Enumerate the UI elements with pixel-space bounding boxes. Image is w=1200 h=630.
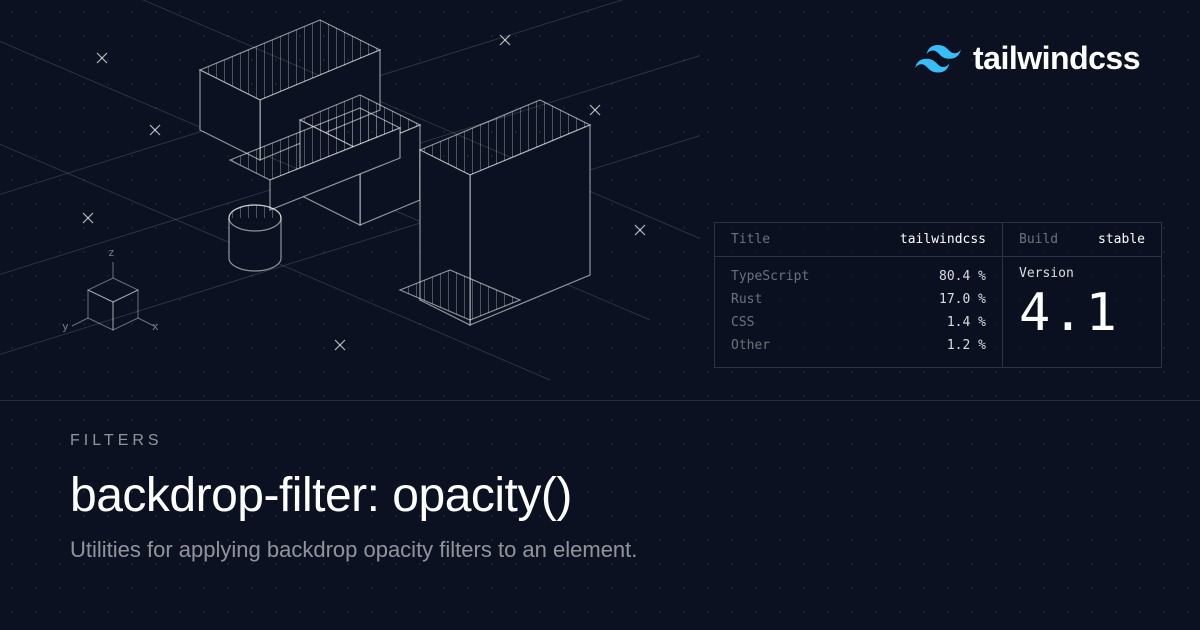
kicker: FILTERS [70, 432, 1130, 450]
panel-build-value: stable [1098, 232, 1145, 247]
divider [0, 400, 1200, 401]
axis-x-label: x [152, 320, 159, 333]
info-panel: Title tailwindcss TypeScript 80.4 % Rust… [714, 222, 1162, 368]
page-subtitle: Utilities for applying backdrop opacity … [70, 537, 1130, 563]
axis-gizmo: z x y [68, 260, 158, 350]
tailwind-logo-icon [915, 45, 961, 73]
panel-version-value: 4.1 [1003, 281, 1161, 353]
lang-row: TypeScript 80.4 % [715, 265, 1002, 288]
page-title: backdrop-filter: opacity() [70, 468, 1130, 523]
panel-build-label: Build [1019, 232, 1058, 247]
panel-langs: TypeScript 80.4 % Rust 17.0 % CSS 1.4 % … [715, 257, 1002, 367]
brand-name: tailwindcss [973, 40, 1140, 77]
panel-title-value: tailwindcss [900, 232, 986, 247]
panel-title-label: Title [731, 232, 770, 247]
panel-version-label: Version [1019, 266, 1074, 281]
lang-row: CSS 1.4 % [715, 311, 1002, 334]
brand: tailwindcss [915, 40, 1140, 77]
lang-row: Other 1.2 % [715, 334, 1002, 357]
axis-z-label: z [108, 246, 115, 259]
footer: FILTERS backdrop-filter: opacity() Utili… [70, 432, 1130, 563]
axis-y-label: y [62, 320, 69, 333]
lang-row: Rust 17.0 % [715, 288, 1002, 311]
